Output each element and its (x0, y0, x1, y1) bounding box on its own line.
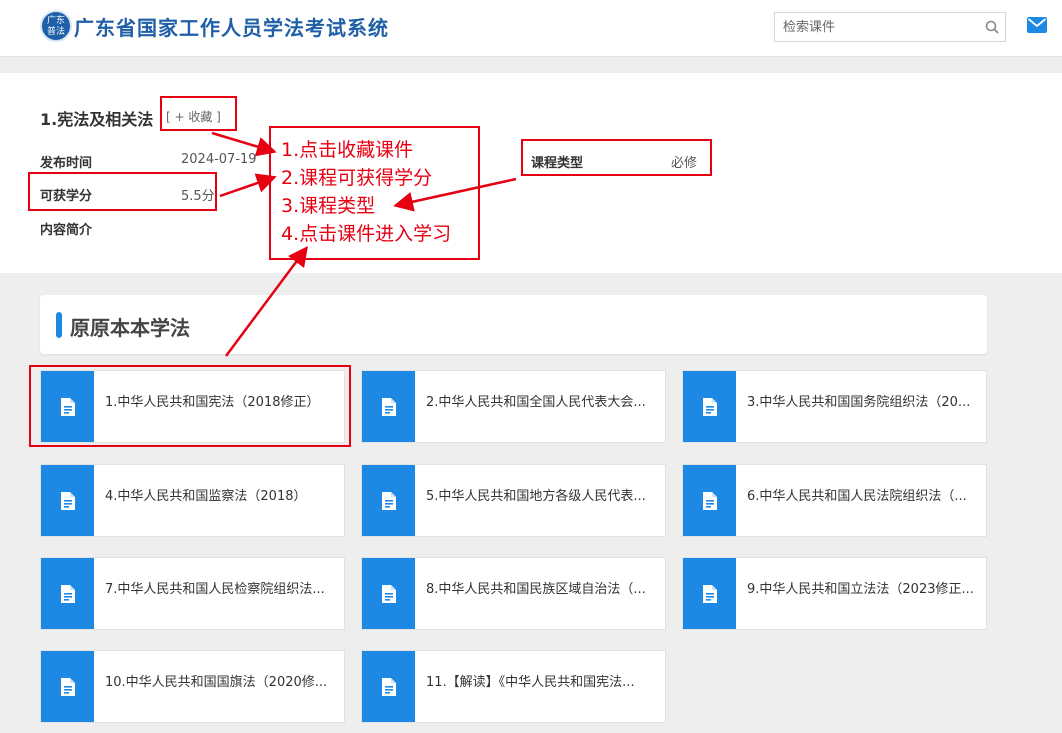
courseware-card[interactable]: 9.中华人民共和国立法法（2023修正... (682, 557, 987, 630)
section-title: 原原本本学法 (70, 316, 190, 340)
courseware-card[interactable]: 3.中华人民共和国国务院组织法（20... (682, 370, 987, 443)
logo-seal-icon: 广东 普法 (40, 10, 72, 42)
courseware-card[interactable]: 7.中华人民共和国人民检察院组织法... (40, 557, 345, 630)
courseware-card[interactable]: 11.【解读】《中华人民共和国宪法... (361, 650, 666, 723)
logo-text-top: 广东 (46, 16, 65, 26)
document-icon (683, 465, 736, 536)
annotation-box-credit (28, 172, 217, 211)
site-title[interactable]: 广东省国家工作人员学法考试系统 (74, 12, 389, 41)
search-input[interactable] (775, 13, 975, 41)
courseware-card[interactable]: 2.中华人民共和国全国人民代表大会... (361, 370, 666, 443)
courseware-title: 11.【解读】《中华人民共和国宪法... (426, 675, 635, 690)
document-icon (683, 371, 736, 442)
annotation-box-first-card (29, 365, 351, 447)
courseware-card[interactable]: 4.中华人民共和国监察法（2018） (40, 464, 345, 537)
publish-time-value: 2024-07-19 (181, 152, 257, 167)
mail-icon[interactable] (1027, 17, 1047, 33)
courseware-card[interactable]: 6.中华人民共和国人民法院组织法（... (682, 464, 987, 537)
search-box[interactable] (774, 12, 1006, 42)
courseware-title: 6.中华人民共和国人民法院组织法（... (747, 489, 967, 504)
annotation-callout: 1.点击收藏课件 2.课程可获得学分 3.课程类型 4.点击课件进入学习 (269, 126, 480, 260)
section-accent-bar (56, 312, 62, 338)
annotation-box-course-type (521, 139, 712, 176)
document-icon (683, 558, 736, 629)
courseware-title: 10.中华人民共和国国旗法（2020修... (105, 675, 328, 690)
courseware-title: 5.中华人民共和国地方各级人民代表... (426, 489, 646, 504)
annotation-line-1: 1.点击收藏课件 (281, 139, 414, 161)
annotation-line-3: 3.课程类型 (281, 195, 376, 217)
courseware-card[interactable]: 8.中华人民共和国民族区域自治法（... (361, 557, 666, 630)
document-icon (41, 465, 94, 536)
annotation-line-2: 2.课程可获得学分 (281, 167, 433, 189)
courseware-title: 3.中华人民共和国国务院组织法（20... (747, 395, 971, 410)
courseware-title: 8.中华人民共和国民族区域自治法（... (426, 582, 646, 597)
section-header: 原原本本学法 (40, 295, 987, 354)
courseware-title: 4.中华人民共和国监察法（2018） (105, 489, 307, 504)
search-icon[interactable] (985, 20, 999, 34)
courseware-card[interactable]: 5.中华人民共和国地方各级人民代表... (361, 464, 666, 537)
courseware-title: 7.中华人民共和国人民检察院组织法... (105, 582, 325, 597)
document-icon (362, 651, 415, 722)
course-title: 1.宪法及相关法 (40, 110, 154, 129)
document-icon (362, 371, 415, 442)
document-icon (41, 651, 94, 722)
publish-time-label: 发布时间 (40, 156, 93, 171)
courseware-title: 2.中华人民共和国全国人民代表大会... (426, 395, 646, 410)
annotation-line-4: 4.点击课件进入学习 (281, 223, 452, 245)
courseware-title: 9.中华人民共和国立法法（2023修正... (747, 582, 974, 597)
intro-label: 内容简介 (40, 223, 93, 238)
annotation-box-favorite (160, 96, 237, 131)
courseware-card[interactable]: 10.中华人民共和国国旗法（2020修... (40, 650, 345, 723)
logo-text-bottom: 普法 (46, 27, 65, 37)
top-header: 广东 普法 广东省国家工作人员学法考试系统 (0, 0, 1062, 57)
document-icon (362, 465, 415, 536)
document-icon (41, 558, 94, 629)
document-icon (362, 558, 415, 629)
